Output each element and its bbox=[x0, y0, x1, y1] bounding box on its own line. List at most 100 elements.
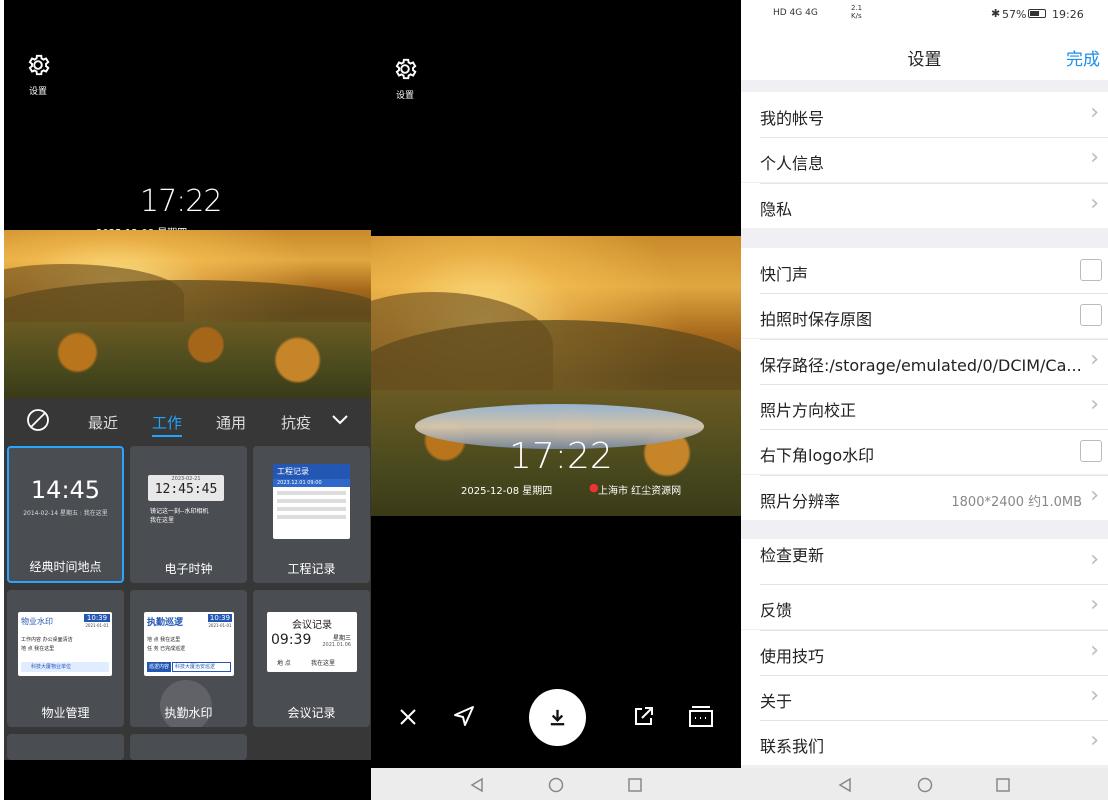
system-navbar bbox=[741, 768, 1108, 800]
template-partial[interactable] bbox=[7, 734, 124, 760]
battery-icon bbox=[1028, 9, 1046, 18]
share-icon[interactable] bbox=[632, 704, 656, 728]
chevron-right-icon: › bbox=[1090, 482, 1099, 508]
template-partial[interactable] bbox=[130, 734, 247, 760]
download-icon bbox=[550, 709, 565, 726]
settings-screen: HD 4G 4G 2.1 K/s ✱ 57% 19:26 设置 完成 我的帐号 ›… bbox=[741, 0, 1108, 800]
nav-recents-icon[interactable] bbox=[627, 777, 643, 793]
settings-row-orientation-fix[interactable]: 照片方向校正 › bbox=[741, 383, 1108, 429]
settings-row-label: 照片方向校正 bbox=[760, 400, 857, 420]
settings-row-feedback[interactable]: 反馈 › bbox=[741, 584, 1108, 630]
divider bbox=[760, 383, 1108, 385]
settings-row-personal-info[interactable]: 个人信息 › bbox=[741, 137, 1108, 183]
card-date: 2023.12.01 09:00 bbox=[273, 479, 350, 487]
template-time: 14:45 bbox=[30, 476, 101, 504]
save-button[interactable] bbox=[529, 689, 586, 746]
card-date: 2021.01.06 bbox=[322, 642, 351, 648]
checkbox[interactable] bbox=[1080, 259, 1102, 281]
chevron-down-icon[interactable] bbox=[330, 412, 350, 428]
settings-row-save-path[interactable]: 保存路径:/storage/emulated/0/DCIM/Ca... › bbox=[741, 338, 1108, 384]
settings-row-contact-us[interactable]: 联系我们 › bbox=[741, 720, 1108, 766]
nav-recents-icon[interactable] bbox=[995, 777, 1011, 793]
no-watermark-icon[interactable] bbox=[26, 408, 50, 432]
template-meeting[interactable]: 会议记录 09:39 星期三 2021.01.06 地 点 我在这里 会议记录 bbox=[253, 590, 370, 727]
card-title: 执勤巡逻 bbox=[147, 618, 184, 628]
settings-label: 设置 bbox=[29, 87, 48, 97]
card-row: 地 点 我在这里 bbox=[21, 646, 55, 652]
chevron-right-icon: › bbox=[1090, 547, 1099, 572]
card-weekday: 星期三 bbox=[332, 635, 351, 642]
settings-row-logo-watermark[interactable]: 右下角logo水印 bbox=[741, 429, 1108, 475]
template-panel: 最近 工作 通用 抗疫 14:45 2014-02-14 星期五 : 我在这里 … bbox=[4, 398, 371, 760]
chevron-right-icon: › bbox=[1090, 728, 1099, 754]
chevron-right-icon: › bbox=[1090, 592, 1099, 618]
divider bbox=[760, 182, 1108, 184]
property-card: 物业水印 10:39 2021-01-01 工作内容 办公桌面清洁 地 点 我在… bbox=[18, 612, 112, 676]
settings-row-my-account[interactable]: 我的帐号 › bbox=[741, 92, 1108, 137]
card-row: 地 点 我在这里 bbox=[147, 637, 181, 643]
template-classic[interactable]: 14:45 2014-02-14 星期五 : 我在这里 经典时间地点 bbox=[7, 446, 124, 583]
system-navbar bbox=[371, 768, 741, 800]
chevron-right-icon: › bbox=[1090, 391, 1099, 417]
card-title: 物业水印 bbox=[21, 617, 53, 626]
card-footer: 科技大厦物业单位 bbox=[21, 662, 109, 672]
bottom-area bbox=[4, 760, 371, 800]
active-tab-indicator bbox=[152, 435, 182, 437]
nav-home-icon[interactable] bbox=[548, 777, 564, 793]
settings-row-check-update[interactable]: 检查更新 › bbox=[741, 539, 1108, 584]
patrol-card: 执勤巡逻 10:39 2021-01-01 地 点 我在这里 任 务 已完成巡逻… bbox=[144, 612, 234, 676]
preview-photo bbox=[4, 230, 371, 398]
settings-row-label: 个人信息 bbox=[760, 154, 825, 174]
template-label: 电子时钟 bbox=[164, 562, 213, 576]
tab-work[interactable]: 工作 bbox=[152, 412, 182, 433]
template-digital-clock[interactable]: 2023-02-21 12:45:45 镜记这一刻--水印相机 我在这里 电子时… bbox=[130, 446, 247, 583]
template-engineering[interactable]: 工程记录 2023.12.01 09:00 工程记录 bbox=[253, 446, 370, 583]
template-property[interactable]: 物业水印 10:39 2021-01-01 工作内容 办公桌面清洁 地 点 我在… bbox=[7, 590, 124, 727]
settings-row-label: 联系我们 bbox=[760, 737, 825, 757]
template-label: 会议记录 bbox=[287, 706, 336, 720]
template-label: 工程记录 bbox=[287, 562, 336, 576]
tab-general[interactable]: 通用 bbox=[216, 412, 246, 433]
settings-row-label: 保存路径:/storage/emulated/0/DCIM/Ca... bbox=[760, 355, 1082, 375]
checkbox[interactable] bbox=[1080, 440, 1102, 463]
tab-recent[interactable]: 最近 bbox=[88, 412, 118, 433]
close-icon[interactable] bbox=[397, 706, 419, 728]
clock-time: 17:22 bbox=[140, 184, 222, 219]
header-bar: 设置 完成 bbox=[741, 28, 1108, 80]
checkbox[interactable] bbox=[1080, 304, 1102, 327]
camera-template-screen: 设置 17:22 2025-12-08 星期四 最近 工作 通用 抗疫 14:4… bbox=[4, 0, 371, 800]
card-title: 工程记录 bbox=[273, 464, 350, 479]
nav-back-icon[interactable] bbox=[837, 777, 853, 793]
divider bbox=[760, 293, 1108, 295]
gear-icon[interactable] bbox=[392, 56, 418, 82]
nav-home-icon[interactable] bbox=[917, 777, 933, 793]
template-label: 经典时间地点 bbox=[29, 560, 102, 574]
chevron-right-icon: › bbox=[1090, 682, 1099, 708]
watermark-time: 17:22 bbox=[509, 436, 613, 477]
gear-icon[interactable] bbox=[25, 52, 51, 78]
template-tabs: 最近 工作 通用 抗疫 bbox=[4, 398, 371, 444]
settings-row-resolution[interactable]: 照片分辨率 1800*2400 约1.0MB › bbox=[741, 474, 1108, 520]
done-button[interactable]: 完成 bbox=[1066, 45, 1100, 70]
divider bbox=[760, 474, 1108, 476]
template-time: 12:45:45 bbox=[154, 482, 218, 497]
settings-row-tips[interactable]: 使用技巧 › bbox=[741, 629, 1108, 675]
page-title: 设置 bbox=[907, 50, 942, 70]
settings-row-privacy[interactable]: 隐私 › bbox=[741, 182, 1108, 228]
template-patrol[interactable]: 执勤巡逻 10:39 2021-01-01 地 点 我在这里 任 务 已完成巡逻… bbox=[130, 590, 247, 727]
settings-row-save-original[interactable]: 拍照时保存原图 bbox=[741, 293, 1108, 339]
settings-row-label: 我的帐号 bbox=[760, 109, 825, 128]
settings-row-shutter-sound[interactable]: 快门声 bbox=[741, 248, 1108, 293]
tab-epidemic[interactable]: 抗疫 bbox=[281, 412, 311, 433]
digital-clock-card: 2023-02-21 12:45:45 bbox=[148, 475, 224, 501]
send-icon[interactable] bbox=[452, 704, 476, 728]
settings-label: 设置 bbox=[396, 91, 415, 101]
settings-row-about[interactable]: 关于 › bbox=[741, 674, 1108, 720]
chevron-right-icon: › bbox=[1090, 346, 1099, 372]
card-time: 10:39 bbox=[208, 614, 232, 622]
card-title: 会议记录 bbox=[292, 620, 332, 631]
chevron-right-icon: › bbox=[1090, 637, 1099, 663]
gallery-icon[interactable] bbox=[688, 704, 714, 728]
settings-row-label: 拍照时保存原图 bbox=[760, 310, 873, 330]
nav-back-icon[interactable] bbox=[469, 777, 485, 793]
